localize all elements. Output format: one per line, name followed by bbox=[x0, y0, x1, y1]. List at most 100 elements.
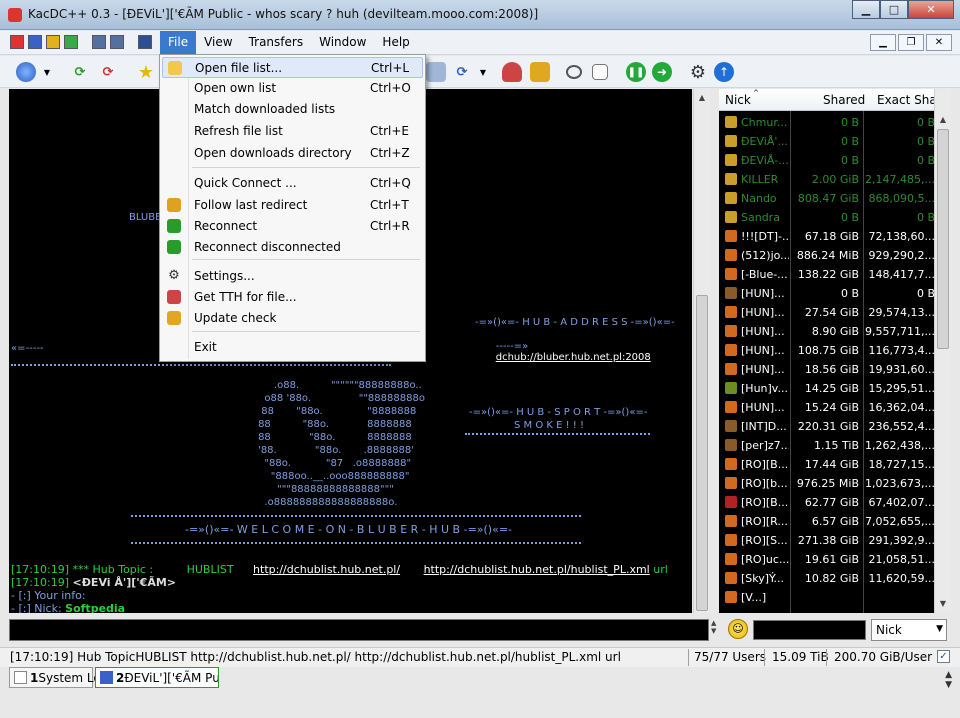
user-row[interactable]: [HUN]... 18.56 GiB 19,931,60... bbox=[719, 360, 951, 379]
settings-gear-icon[interactable]: ⚙ bbox=[688, 62, 708, 83]
dropdown-arrow-2-icon[interactable]: ▼ bbox=[478, 62, 488, 82]
menu-item-settings[interactable]: ⚙ Settings... bbox=[162, 266, 423, 287]
user-row[interactable]: [Sky]Ý... 10.82 GiB 11,620,59... bbox=[719, 569, 951, 588]
tab-hub[interactable]: 2ĐEViL']['€ÃM Publ... bbox=[95, 667, 219, 688]
user-row[interactable]: Sandra 0 B 0 B bbox=[719, 208, 951, 227]
play-icon[interactable]: ❚❚ bbox=[626, 62, 646, 82]
refresh-icon[interactable]: ⟳ bbox=[452, 62, 472, 82]
column-shared[interactable]: Shared bbox=[823, 93, 865, 107]
column-nick[interactable]: Nick bbox=[725, 93, 751, 107]
mdi-window2-icon[interactable] bbox=[110, 35, 124, 49]
queue-icon[interactable] bbox=[426, 62, 446, 82]
chat-scrollbar[interactable]: ▲ bbox=[693, 89, 710, 613]
menu-item-match-downloaded-lists[interactable]: Match downloaded lists bbox=[162, 99, 423, 120]
menu-item-get-tth-for-file[interactable]: Get TTH for file... bbox=[162, 287, 423, 308]
user-row[interactable]: KILLER 2.00 GiB 2,147,485,... bbox=[719, 170, 951, 189]
chat-bubble-icon[interactable] bbox=[566, 65, 582, 79]
user-row[interactable]: (512)jo... 886.24 MiB 929,290,2... bbox=[719, 246, 951, 265]
mdi-minimize-button[interactable]: ▁ bbox=[870, 34, 896, 51]
user-row[interactable]: Nando 808.47 GiB 868,090,5... bbox=[719, 189, 951, 208]
user-row[interactable]: ĐEViÅ'... 0 B 0 B bbox=[719, 132, 951, 151]
mdi-close-button[interactable]: ✕ bbox=[926, 34, 952, 51]
menu-item-quick-connect[interactable]: Quick Connect ... Ctrl+Q bbox=[162, 173, 423, 194]
mdi-blue-icon[interactable] bbox=[28, 35, 42, 49]
mdi-yellow-icon[interactable] bbox=[46, 35, 60, 49]
mdi-restore-button[interactable]: ❐ bbox=[898, 34, 924, 51]
hub-address-link[interactable]: dchub://bluber.hub.net.pl:2008 bbox=[496, 352, 651, 363]
menu-item-reconnect[interactable]: Reconnect Ctrl+R bbox=[162, 216, 423, 237]
status-checkbox[interactable]: ✓ bbox=[937, 650, 950, 663]
scroll-up-icon[interactable]: ▲ bbox=[935, 111, 951, 127]
user-row[interactable]: [RO]uc... 19.61 GiB 21,058,51... bbox=[719, 550, 951, 569]
user-row[interactable]: [HUN]... 108.75 GiB 116,773,4... bbox=[719, 341, 951, 360]
mdi-red-icon[interactable] bbox=[10, 35, 24, 49]
scroll-up-icon[interactable]: ▲ bbox=[694, 89, 710, 105]
menu-item-refresh-file-list[interactable]: Refresh file list Ctrl+E bbox=[162, 121, 423, 142]
menu-item-update-check[interactable]: Update check bbox=[162, 308, 423, 329]
menu-transfers[interactable]: Transfers bbox=[241, 31, 312, 55]
menu-item-reconnect-disconnected[interactable]: Reconnect disconnected bbox=[162, 237, 423, 258]
user-row[interactable]: [INT]D... 220.31 GiB 236,552,4... bbox=[719, 417, 951, 436]
status-share: 15.09 TiB bbox=[772, 650, 829, 664]
input-spinner-icon[interactable]: ▲ ▼ bbox=[711, 619, 723, 641]
close-button[interactable]: ✕ bbox=[908, 0, 954, 19]
user-row[interactable]: [HUN]... 8.90 GiB 9,557,711,... bbox=[719, 322, 951, 341]
user-row[interactable]: [Hun]v... 14.25 GiB 15,295,51... bbox=[719, 379, 951, 398]
reconnect-icon[interactable]: ⟳ bbox=[70, 62, 90, 82]
user-filter-input[interactable] bbox=[753, 620, 866, 640]
user-row[interactable]: !!![DT]-... 67.18 GiB 72,138,60... bbox=[719, 227, 951, 246]
scroll-down-icon[interactable]: ▼ bbox=[935, 595, 951, 611]
notepad-icon[interactable] bbox=[592, 64, 608, 80]
menu-item-shortcut: Ctrl+Q bbox=[370, 176, 411, 190]
user-row[interactable]: [HUN]... 15.24 GiB 16,362,04... bbox=[719, 398, 951, 417]
menu-item-exit[interactable]: Exit bbox=[162, 337, 423, 358]
user-row[interactable]: [-Blue-... 138.22 GiB 148,417,7... bbox=[719, 265, 951, 284]
tab-scroll-icon[interactable]: ▲ ▼ bbox=[945, 670, 952, 690]
maximize-button[interactable]: □ bbox=[880, 0, 908, 19]
next-icon[interactable]: ➜ bbox=[652, 62, 672, 82]
mdi-network-icon[interactable] bbox=[138, 35, 152, 49]
smiley-icon[interactable]: ☺ bbox=[728, 619, 748, 639]
user-row[interactable]: [RO][b... 976.25 MiB 1,023,673,... bbox=[719, 474, 951, 493]
user-row[interactable]: [HUN]... 0 B 0 B bbox=[719, 284, 951, 303]
tth-icon[interactable] bbox=[502, 62, 522, 82]
user-row[interactable]: [RO][R... 6.57 GiB 7,052,655,... bbox=[719, 512, 951, 531]
user-list-scroll-thumb[interactable] bbox=[937, 129, 949, 349]
user-row[interactable]: [RO][B... 17.44 GiB 18,727,15... bbox=[719, 455, 951, 474]
menu-item-open-own-list[interactable]: Open own list Ctrl+O bbox=[162, 78, 423, 99]
menu-file[interactable]: File bbox=[160, 31, 197, 55]
user-list-scrollbar[interactable]: ▲ ▼ bbox=[934, 89, 951, 613]
user-row[interactable]: Chmur... 0 B 0 B bbox=[719, 113, 951, 132]
favorites-star-icon[interactable]: ★ bbox=[136, 62, 156, 83]
dropdown-arrow-icon[interactable]: ▼ bbox=[42, 62, 52, 82]
user-row[interactable]: ĐEViÅ-... 0 B 0 B bbox=[719, 151, 951, 170]
menu-item-open-file-list[interactable]: Open file list... Ctrl+L bbox=[162, 57, 423, 78]
user-row[interactable]: [per]z7... 1.15 TiB 1,262,438,... bbox=[719, 436, 951, 455]
menu-item-shortcut: Ctrl+Z bbox=[370, 146, 410, 160]
mdi-window-icon[interactable] bbox=[92, 35, 106, 49]
update-icon[interactable] bbox=[530, 62, 550, 82]
filter-column-select[interactable]: Nick ▼ bbox=[871, 619, 947, 641]
menu-item-label: Exit bbox=[194, 340, 217, 354]
user-row[interactable]: [RO][B... 62.77 GiB 67,402,07... bbox=[719, 493, 951, 512]
menu-item-open-downloads-directory[interactable]: Open downloads directory Ctrl+Z bbox=[162, 143, 423, 164]
public-hubs-icon[interactable] bbox=[16, 62, 36, 82]
user-row[interactable]: [HUN]... 27.54 GiB 29,574,13... bbox=[719, 303, 951, 322]
minimize-button[interactable]: ▁ bbox=[852, 0, 880, 19]
mdi-green-icon[interactable] bbox=[64, 35, 78, 49]
chat-scroll-thumb[interactable] bbox=[696, 295, 708, 611]
upload-arrow-icon[interactable]: ↑ bbox=[714, 62, 734, 82]
message-input[interactable] bbox=[9, 619, 709, 641]
user-row[interactable]: [RO][S... 271.38 GiB 291,392,9... bbox=[719, 531, 951, 550]
user-shared: 0 B bbox=[840, 211, 859, 224]
user-row[interactable]: [V...] bbox=[719, 588, 951, 607]
menu-view[interactable]: View bbox=[196, 31, 240, 55]
menu-item-follow-last-redirect[interactable]: Follow last redirect Ctrl+T bbox=[162, 195, 423, 216]
tab-system-log[interactable]: 1System Log bbox=[9, 667, 108, 688]
chat-topic-link2[interactable]: http://dchublist.hub.net.pl/hublist_PL.x… bbox=[424, 563, 650, 576]
user-list[interactable]: Nick ^ Shared Exact Share Chmur... 0 B 0 B… bbox=[719, 89, 951, 613]
chat-topic-link1[interactable]: http://dchublist.hub.net.pl/ bbox=[253, 563, 400, 576]
menu-window[interactable]: Window bbox=[311, 31, 374, 55]
reconnect-disconnected-icon[interactable]: ⟳ bbox=[98, 62, 118, 82]
menu-help[interactable]: Help bbox=[374, 31, 417, 55]
